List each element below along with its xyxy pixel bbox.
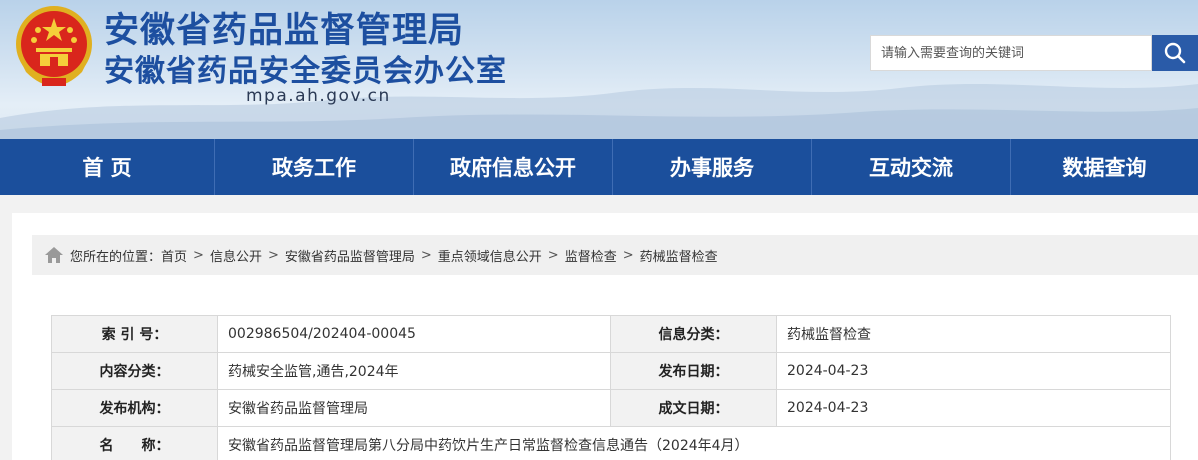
site-domain: mpa.ah.gov.cn (246, 86, 391, 106)
table-row: 索 引 号： 002986504/202404-00045 信息分类： 药械监督… (51, 315, 1171, 353)
search-input[interactable] (871, 36, 1151, 70)
table-row: 内容分类： 药械安全监管,通告,2024年 发布日期： 2024-04-23 (51, 352, 1171, 390)
document-metadata-table: 索 引 号： 002986504/202404-00045 信息分类： 药械监督… (51, 315, 1171, 460)
index-number-label: 索 引 号： (51, 315, 218, 353)
publisher-value: 安徽省药品监督管理局 (217, 389, 611, 427)
search-field[interactable] (870, 35, 1152, 71)
content-panel: 您所在的位置： 首页 > 信息公开 > 安徽省药品监督管理局 > 重点领域信息公… (12, 213, 1198, 460)
table-row: 名 称： 安徽省药品监督管理局第八分局中药饮片生产日常监督检查信息通告（2024… (51, 426, 1171, 460)
site-title-secondary: 安徽省药品安全委员会办公室 (104, 54, 507, 89)
nav-item-services[interactable]: 办事服务 (613, 139, 812, 195)
publisher-label: 发布机构： (51, 389, 218, 427)
breadcrumb-device-inspection[interactable]: 药械监督检查 (640, 246, 718, 265)
breadcrumb-prefix: 您所在的位置： (70, 249, 162, 265)
breadcrumb-bureau[interactable]: 安徽省药品监督管理局 (285, 246, 415, 265)
content-category-label: 内容分类： (51, 352, 218, 390)
written-date-label: 成文日期： (610, 389, 777, 427)
document-name-label: 名 称： (51, 426, 218, 460)
breadcrumb-separator: > (622, 247, 634, 263)
info-category-value: 药械监督检查 (776, 315, 1171, 353)
info-category-label: 信息分类： (610, 315, 777, 353)
breadcrumb-separator: > (267, 247, 279, 263)
breadcrumb-home[interactable]: 首页 (161, 246, 187, 265)
breadcrumb-supervision[interactable]: 监督检查 (565, 246, 617, 265)
main-nav: 首 页 政务工作 政府信息公开 办事服务 互动交流 数据查询 (0, 139, 1198, 195)
breadcrumb-separator: > (547, 247, 559, 263)
national-emblem-icon (16, 6, 92, 86)
content-category-value: 药械安全监管,通告,2024年 (217, 352, 611, 390)
nav-item-government-work[interactable]: 政务工作 (215, 139, 414, 195)
table-row: 发布机构： 安徽省药品监督管理局 成文日期： 2024-04-23 (51, 389, 1171, 427)
breadcrumb-separator: > (420, 247, 432, 263)
breadcrumb: 您所在的位置： 首页 > 信息公开 > 安徽省药品监督管理局 > 重点领域信息公… (32, 235, 1198, 275)
nav-item-home[interactable]: 首 页 (0, 139, 215, 195)
search-button[interactable] (1152, 35, 1198, 71)
search-icon (1164, 42, 1186, 64)
site-header: 安徽省药品监督管理局 安徽省药品安全委员会办公室 mpa.ah.gov.cn (0, 0, 1198, 139)
home-icon (45, 247, 63, 263)
nav-item-info-disclosure[interactable]: 政府信息公开 (414, 139, 613, 195)
nav-item-interaction[interactable]: 互动交流 (812, 139, 1011, 195)
index-number-value: 002986504/202404-00045 (217, 315, 611, 353)
nav-item-data-query[interactable]: 数据查询 (1011, 139, 1198, 195)
breadcrumb-separator: > (193, 247, 204, 263)
document-name-value: 安徽省药品监督管理局第八分局中药饮片生产日常监督检查信息通告（2024年4月） (217, 426, 1171, 460)
breadcrumb-info-disclosure[interactable]: 信息公开 (210, 246, 262, 265)
breadcrumb-key-areas[interactable]: 重点领域信息公开 (438, 246, 542, 265)
publish-date-label: 发布日期： (610, 352, 777, 390)
written-date-value: 2024-04-23 (776, 389, 1171, 427)
publish-date-value: 2024-04-23 (776, 352, 1171, 390)
